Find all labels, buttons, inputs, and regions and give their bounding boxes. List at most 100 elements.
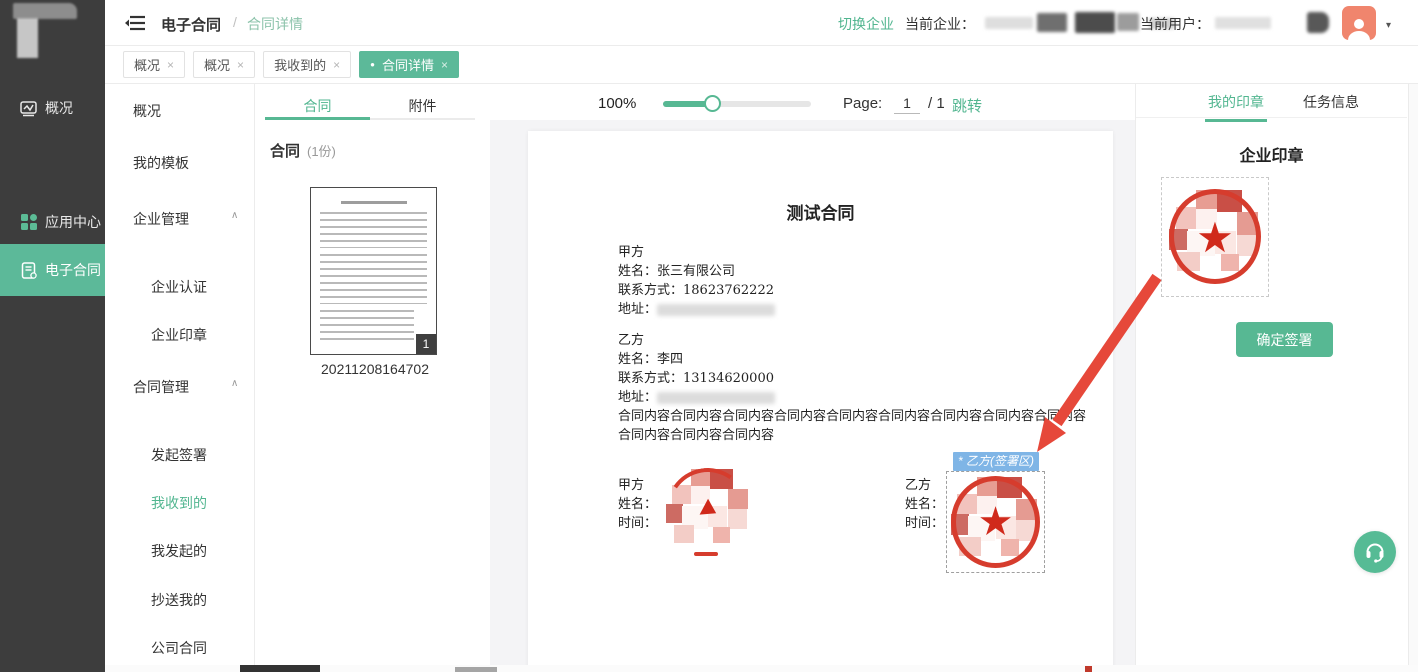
contract-title: 测试合同 — [528, 199, 1113, 224]
redacted-company-name — [1037, 13, 1067, 32]
tab-label: 概况 — [134, 55, 160, 74]
tab-label: 概况 — [204, 55, 230, 74]
breadcrumb-separator: / — [233, 14, 237, 30]
thumbnail-paragraph-gap — [320, 248, 427, 252]
document-list-panel: 合同 附件 合同 (1份) 1 20211208164702 — [255, 84, 490, 672]
close-icon[interactable]: × — [441, 58, 448, 72]
party-a-phone: 联系方式：18623762222 — [618, 279, 774, 298]
sign-area-tag: * 乙方(签署区) — [953, 452, 1039, 471]
party-b-address: 地址： — [618, 386, 775, 405]
sidebar-item-label: 概况 — [45, 98, 73, 118]
page-total: / 1 — [928, 95, 945, 112]
zoom-slider[interactable] — [663, 101, 811, 107]
tab-overview-2[interactable]: 概况 × — [193, 51, 255, 78]
header: 电子合同 / 合同详情 切换企业 当前企业： 当前用户： ▾ — [105, 0, 1418, 46]
page-label: Page: — [843, 95, 882, 112]
party-b-phone: 联系方式：13134620000 — [618, 367, 774, 386]
redacted-company-name — [985, 17, 1033, 29]
company-seal-heading: 企业印章 — [1136, 142, 1407, 166]
open-tabs-bar: 概况 × 概况 × 我收到的 × ● 合同详情 × — [105, 46, 1418, 84]
sidebar-item-label: 应用中心 — [45, 212, 101, 232]
contract-page: 测试合同 甲方 姓名：张三有限公司 联系方式：18623762222 地址： 乙… — [528, 131, 1113, 672]
sign-b-party: 乙方 — [905, 474, 931, 493]
redacted-address — [657, 392, 775, 404]
company-seal-option[interactable]: ★ — [1161, 177, 1269, 297]
seal-ring-arc — [694, 552, 718, 556]
sign-a-time-label: 时间： — [618, 512, 657, 531]
document-viewer: 测试合同 甲方 姓名：张三有限公司 联系方式：18623762222 地址： 乙… — [490, 120, 1135, 672]
background-window-sliver — [105, 665, 1418, 672]
current-user-label: 当前用户： — [1140, 14, 1210, 34]
user-avatar[interactable] — [1342, 6, 1376, 40]
apps-grid-icon — [20, 214, 37, 231]
breadcrumb-root[interactable]: 电子合同 — [161, 14, 221, 35]
tab-received[interactable]: 我收到的 × — [263, 51, 351, 78]
sidebar-item-e-contract[interactable]: 电子合同 — [0, 244, 105, 296]
confirm-sign-button[interactable]: 确定签署 — [1236, 322, 1333, 357]
seal-panel: 我的印章 任务信息 企业印章 ★ 确定签署 — [1135, 84, 1418, 672]
company-seal-image[interactable]: ★ — [1168, 188, 1262, 285]
redacted-user-name — [1215, 17, 1271, 29]
switch-company-link[interactable]: 切换企业 — [838, 14, 894, 34]
redacted-company-name — [1117, 13, 1139, 31]
sign-b-time-label: 时间： — [905, 512, 944, 531]
app-logo — [0, 0, 105, 62]
chevron-up-icon: ∧ — [231, 378, 238, 389]
document-tabs: 合同 附件 — [265, 90, 475, 120]
page-thumbnail[interactable]: 1 — [310, 187, 437, 355]
caret-down-icon[interactable]: ▾ — [1386, 20, 1391, 31]
thumbnail-text-lines — [320, 310, 414, 344]
thumbnail-title-line — [341, 201, 407, 204]
party-b-name: 姓名：李四 — [618, 348, 683, 367]
current-company-label: 当前企业： — [905, 14, 975, 34]
breadcrumb-current: 合同详情 — [247, 14, 303, 34]
sign-a-name-label: 姓名： — [618, 493, 657, 512]
close-icon[interactable]: × — [333, 58, 340, 72]
party-a-heading: 甲方 — [618, 241, 644, 260]
contract-body-text: 合同内容合同内容合同内容合同内容合同内容合同内容合同内容合同内容合同内容合同内容… — [618, 407, 1098, 445]
chevron-up-icon: ∧ — [231, 210, 238, 221]
tab-contract-detail[interactable]: ● 合同详情 × — [359, 51, 459, 78]
logo-shape — [13, 3, 77, 19]
tab-my-seals[interactable]: 我的印章 — [1208, 92, 1264, 112]
redacted-address — [657, 304, 775, 316]
chart-icon — [20, 100, 37, 117]
thumbnail-text-lines — [320, 212, 427, 304]
sidebar-item-app-center[interactable]: 应用中心 — [0, 202, 105, 242]
logo-shape — [17, 18, 38, 58]
app-window: 概况 应用中心 电子合同 电子合同 / 合同详情 切换企业 当前企业： 当前用户 — [0, 0, 1418, 672]
close-icon[interactable]: × — [237, 58, 244, 72]
tab-attachment[interactable]: 附件 — [370, 90, 475, 118]
page-number-input[interactable] — [894, 92, 920, 114]
tab-contract-file[interactable]: 合同 — [265, 90, 370, 118]
party-a-seal-stamp — [665, 467, 751, 555]
jump-to-page-link[interactable]: 跳转 — [952, 95, 982, 116]
sign-a-party: 甲方 — [618, 474, 644, 493]
zoom-slider-handle[interactable] — [704, 95, 721, 112]
party-a-name: 姓名：张三有限公司 — [618, 260, 735, 279]
scrollbar-track[interactable] — [1408, 84, 1418, 672]
redacted-user-name — [1307, 12, 1329, 33]
party-a-address: 地址： — [618, 298, 775, 317]
thumbnail-caption: 20211208164702 — [295, 361, 455, 377]
seal-star-icon: ★ — [1168, 213, 1262, 262]
headset-icon — [1363, 540, 1387, 564]
tab-label: 我收到的 — [274, 55, 326, 74]
party-b-heading: 乙方 — [618, 329, 644, 348]
zoom-percent: 100% — [598, 95, 636, 112]
contract-doc-icon — [20, 262, 37, 279]
tab-task-info[interactable]: 任务信息 — [1303, 92, 1359, 112]
sidebar-item-overview[interactable]: 概况 — [0, 88, 105, 128]
customer-service-button[interactable] — [1354, 531, 1396, 573]
primary-sidebar: 概况 应用中心 电子合同 — [0, 0, 105, 672]
tab-overview-1[interactable]: 概况 × — [123, 51, 185, 78]
redacted-company-name — [1075, 12, 1115, 33]
sign-b-name-label: 姓名： — [905, 493, 944, 512]
contract-group-count: (1份) — [307, 141, 336, 160]
party-b-sign-area[interactable]: ★ — [946, 471, 1045, 573]
close-icon[interactable]: × — [167, 58, 174, 72]
party-b-seal-stamp[interactable]: ★ — [950, 475, 1041, 569]
secondary-sidebar: 概况 我的模板 企业管理∧ 企业认证 企业印章 合同管理∧ 发起签署 我收到的 … — [105, 84, 255, 672]
seal-star-icon: ★ — [950, 499, 1041, 545]
menu-collapse-icon[interactable] — [125, 14, 147, 32]
